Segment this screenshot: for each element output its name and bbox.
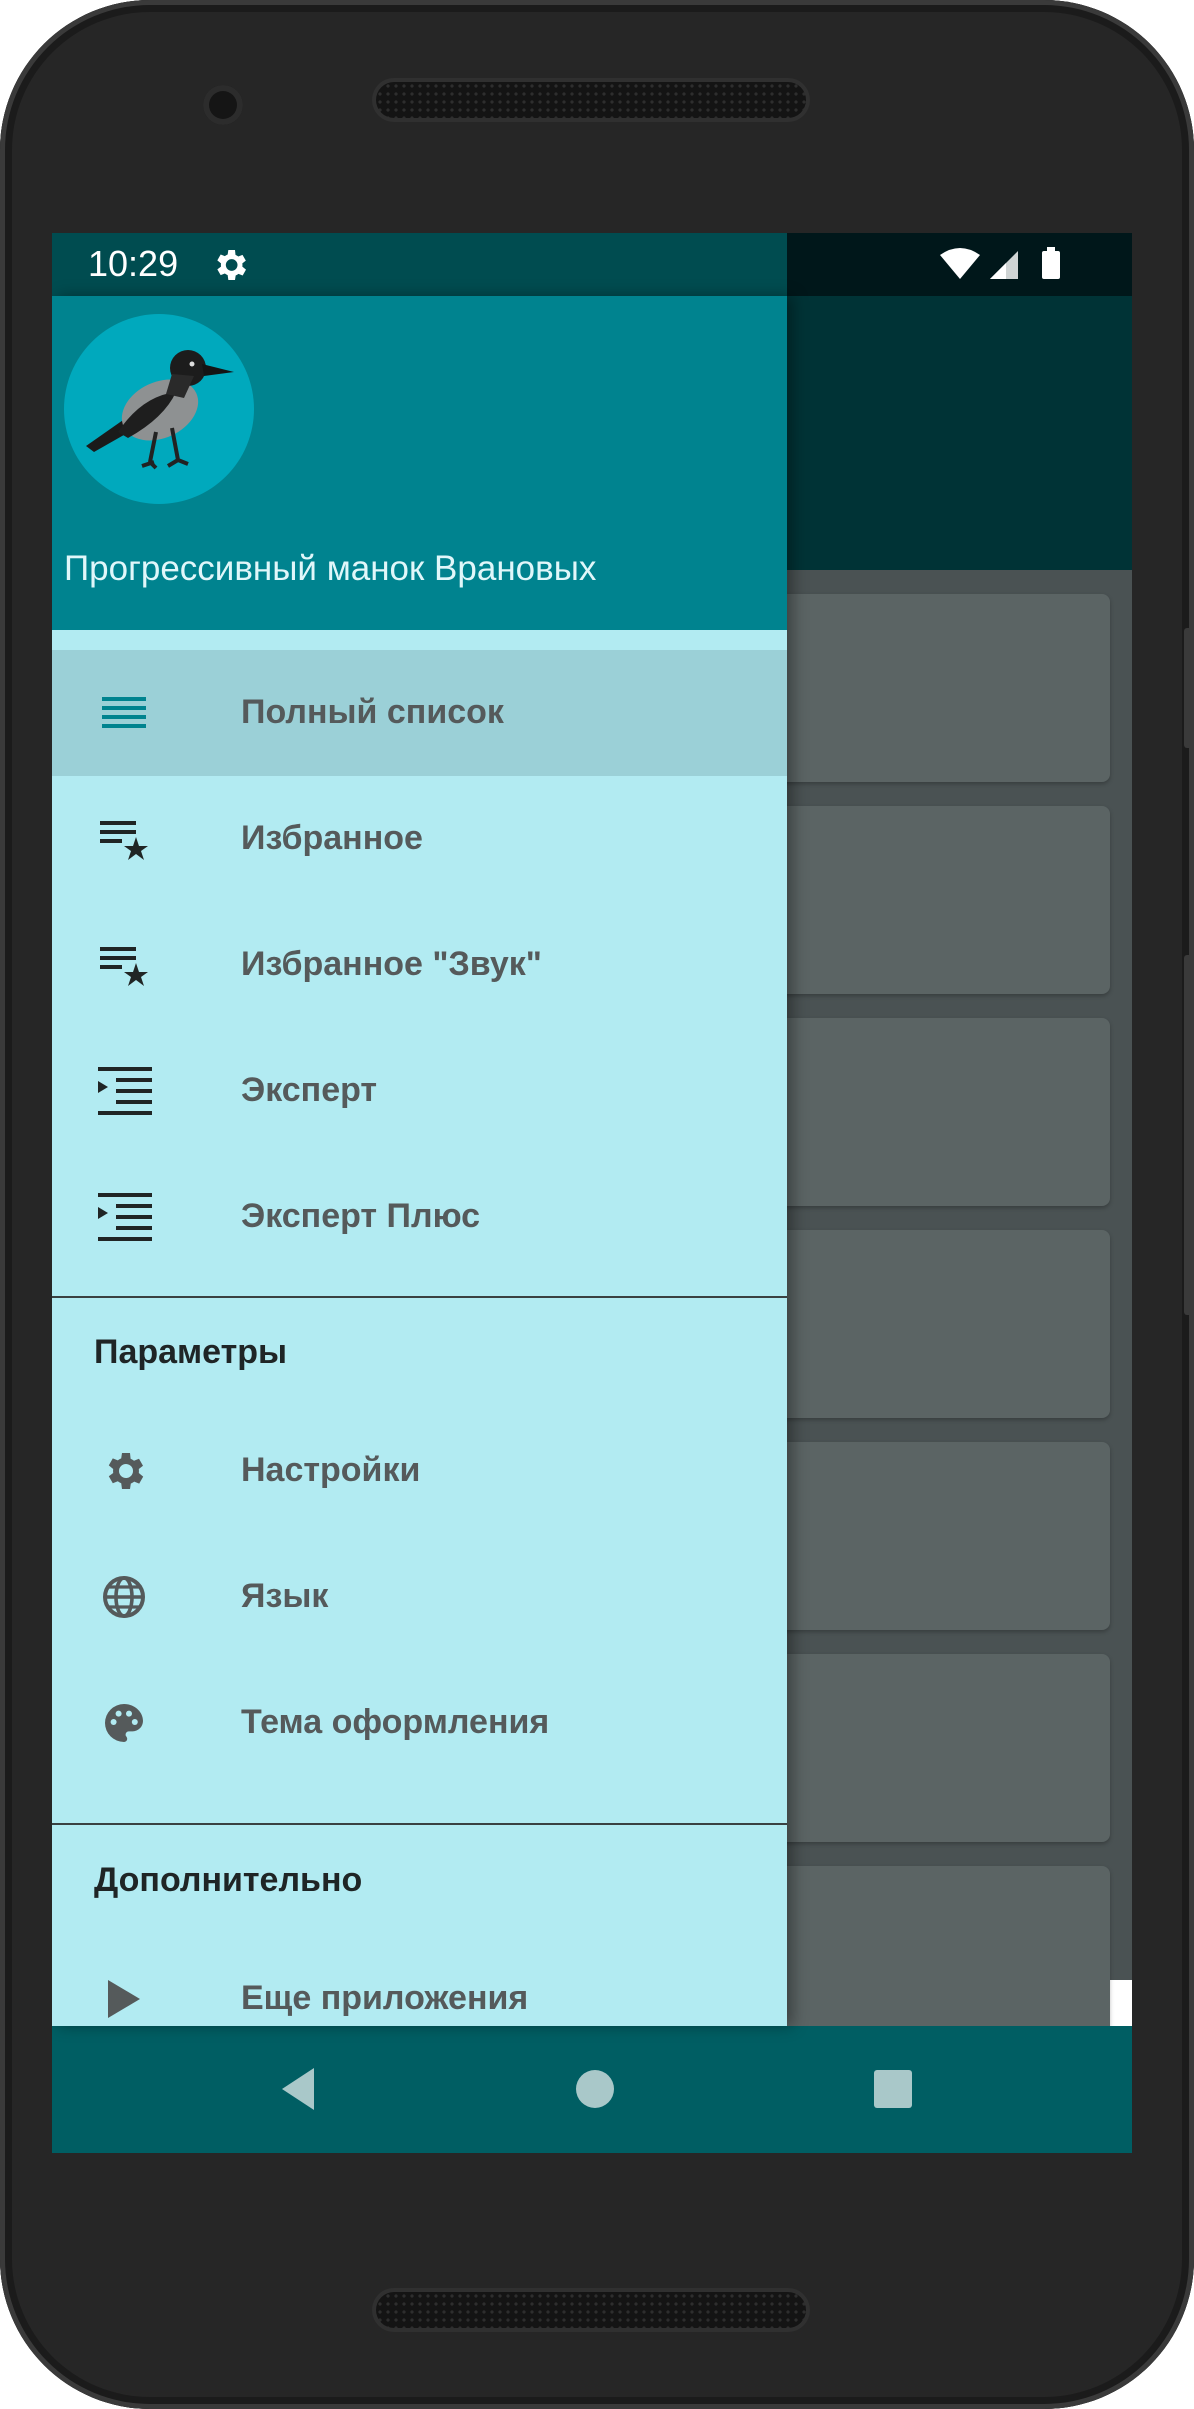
section-title-parameters: Параметры — [94, 1333, 288, 1371]
screen: КИ 10:29 — [52, 233, 1132, 2153]
navigation-drawer: Прогрессивный манок Врановых Полный спис… — [52, 296, 787, 2026]
play-store-icon — [108, 1980, 140, 2018]
wifi-icon — [940, 248, 980, 279]
menu-item-expert-plus[interactable]: Эксперт Плюс — [52, 1154, 787, 1280]
divider — [52, 1823, 787, 1825]
crow-avatar[interactable] — [64, 314, 254, 504]
front-camera — [203, 85, 243, 125]
volume-button — [1184, 955, 1194, 1315]
globe-icon — [103, 1576, 145, 1618]
menu-label: Эксперт Плюс — [241, 1197, 481, 1235]
menu-label: Избранное "Звук" — [241, 945, 542, 983]
status-bar-drawer-area: 10:29 — [52, 233, 787, 296]
playlist-star-icon — [100, 947, 148, 986]
earpiece-speaker — [376, 82, 806, 118]
power-button — [1184, 628, 1194, 748]
recents-icon[interactable] — [860, 2056, 926, 2122]
phone-frame: КИ 10:29 — [0, 0, 1194, 2409]
status-icons — [940, 247, 1060, 279]
menu-label: Избранное — [241, 819, 423, 857]
indent-list-icon — [98, 1193, 152, 1241]
home-icon[interactable] — [562, 2056, 628, 2122]
menu-label: Настройки — [241, 1451, 421, 1489]
drawer-header: Прогрессивный манок Врановых — [52, 296, 787, 630]
drawer-title: Прогрессивный манок Врановых — [64, 549, 597, 588]
menu-item-full-list[interactable]: Полный список — [52, 650, 787, 776]
menu-label: Язык — [241, 1577, 329, 1615]
playlist-star-icon — [100, 821, 148, 860]
crow-icon — [86, 350, 234, 470]
menu-item-language[interactable]: Язык — [52, 1534, 787, 1660]
system-nav-bar — [52, 2026, 1132, 2153]
menu-label: Еще приложения — [241, 1979, 529, 2017]
battery-icon — [1042, 251, 1060, 279]
menu-label: Тема оформления — [241, 1703, 550, 1741]
clock: 10:29 — [88, 243, 179, 284]
menu-item-favorites[interactable]: Избранное — [52, 776, 787, 902]
gear-icon — [108, 1453, 144, 1489]
menu-label: Эксперт — [241, 1071, 378, 1109]
menu-item-favorites-sound[interactable]: Избранное "Звук" — [52, 902, 787, 1028]
indent-list-icon — [98, 1067, 152, 1115]
gear-icon — [217, 250, 246, 280]
menu-label: Полный список — [241, 693, 504, 731]
menu-item-expert[interactable]: Эксперт — [52, 1028, 787, 1154]
menu-item-theme[interactable]: Тема оформления — [52, 1660, 787, 1786]
bottom-speaker — [376, 2292, 806, 2328]
menu-item-more-apps[interactable]: Еще приложения — [52, 1936, 787, 2026]
list-icon — [102, 697, 146, 728]
palette-icon — [105, 1704, 143, 1742]
menu-item-settings[interactable]: Настройки — [52, 1408, 787, 1534]
divider — [52, 1296, 787, 1298]
section-title-additional: Дополнительно — [94, 1861, 363, 1899]
back-icon[interactable] — [264, 2056, 330, 2122]
